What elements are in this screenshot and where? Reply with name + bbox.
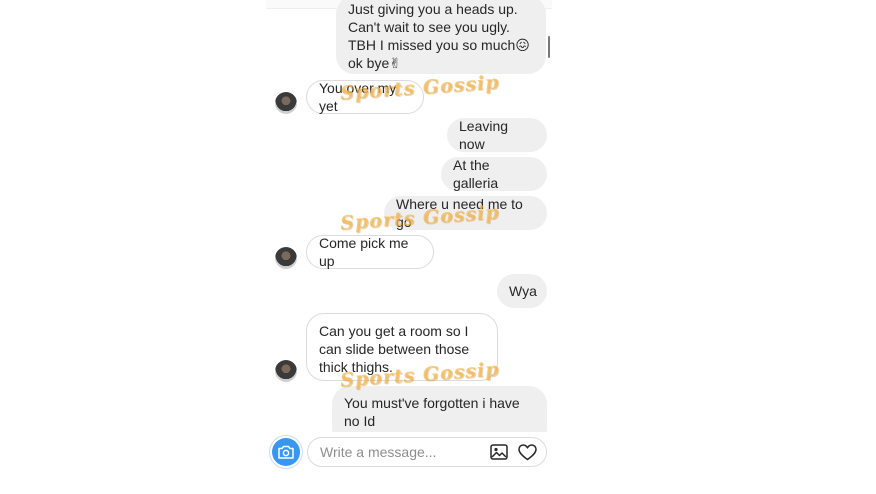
camera-icon: [278, 445, 294, 459]
message-input[interactable]: [320, 444, 480, 460]
contact-avatar[interactable]: [275, 360, 297, 382]
heart-icon: [517, 443, 537, 461]
gallery-button[interactable]: [488, 441, 510, 463]
message-thread[interactable]: Just giving you a heads up. Can't wait t…: [266, 0, 552, 432]
message-text: At the galleria: [453, 157, 499, 191]
message-text: Where u need me to go: [396, 196, 523, 230]
camera-button[interactable]: [272, 438, 300, 466]
message-outgoing: Wya: [497, 274, 547, 308]
message-text: You over my yet: [319, 80, 397, 114]
message-incoming: You over my yet: [306, 80, 424, 114]
message-incoming: Come pick me up: [306, 235, 434, 269]
contact-avatar[interactable]: [275, 92, 297, 114]
message-outgoing: Just giving you a heads up. Can't wait t…: [336, 0, 546, 74]
message-text: Just giving you a heads up. Can't wait t…: [348, 1, 530, 71]
message-incoming: Can you get a room so I can slide betwee…: [306, 313, 498, 381]
message-text: Leaving now: [459, 118, 509, 152]
message-text: Can you get a room so I can slide betwee…: [319, 323, 470, 375]
contact-avatar[interactable]: [275, 247, 297, 269]
message-composer: [307, 437, 547, 467]
image-icon: [490, 444, 508, 460]
message-outgoing: Leaving now: [447, 118, 547, 152]
message-outgoing: At the galleria: [441, 157, 547, 191]
message-outgoing: You must've forgotten i have no Id: [332, 386, 547, 432]
message-outgoing: Where u need me to go: [384, 196, 547, 230]
scrollbar-thumb[interactable]: [548, 36, 550, 58]
message-text: Wya: [509, 283, 537, 299]
message-text: Come pick me up: [319, 235, 409, 269]
like-button[interactable]: [516, 441, 538, 463]
message-text: You must've forgotten i have no Id: [344, 395, 520, 429]
